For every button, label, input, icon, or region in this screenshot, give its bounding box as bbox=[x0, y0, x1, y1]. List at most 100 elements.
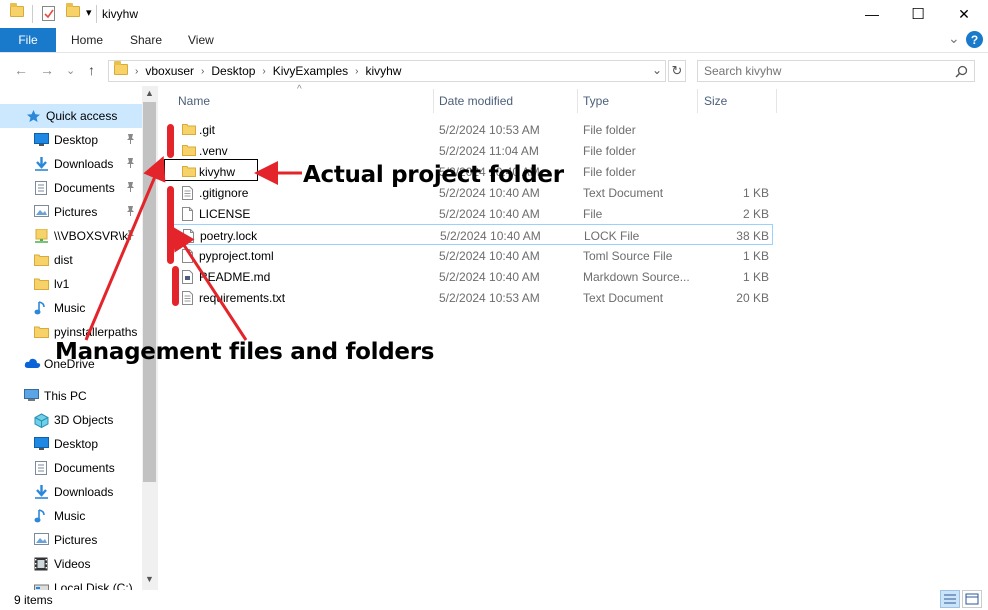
scrollbar-thumb[interactable] bbox=[143, 102, 156, 482]
sidebar-item[interactable]: Music bbox=[0, 296, 142, 320]
folder-icon[interactable] bbox=[10, 3, 24, 22]
scroll-up-icon[interactable]: ▲ bbox=[145, 88, 154, 98]
column-header-name[interactable]: Name bbox=[178, 94, 210, 108]
folder-icon bbox=[34, 277, 49, 290]
search-box[interactable] bbox=[697, 60, 975, 82]
sidebar-item[interactable]: Quick access bbox=[0, 104, 142, 128]
tab-share[interactable]: Share bbox=[130, 28, 162, 52]
sidebar-item[interactable]: \\VBOXSVR\k bbox=[0, 224, 142, 248]
file-date: 5/2/2024 10:40 AM bbox=[439, 270, 540, 284]
music-icon bbox=[34, 301, 49, 315]
breadcrumb-desktop[interactable]: Desktop bbox=[211, 64, 255, 78]
annotation-management: Management files and folders bbox=[55, 339, 435, 365]
file-date: 5/2/2024 10:40 AM bbox=[439, 249, 540, 263]
column-divider[interactable] bbox=[776, 89, 777, 113]
breadcrumb-kivyhw[interactable]: kivyhw bbox=[365, 64, 401, 78]
pin-icon bbox=[126, 181, 135, 195]
details-view-icon bbox=[944, 594, 956, 604]
file-size: 1 KB bbox=[742, 186, 769, 200]
file-name: .gitignore bbox=[199, 186, 249, 200]
disk-icon bbox=[34, 581, 49, 590]
file-size: 38 KB bbox=[736, 229, 769, 243]
sidebar-item[interactable]: Music bbox=[0, 504, 142, 528]
tab-home[interactable]: Home bbox=[71, 28, 103, 52]
pin-icon bbox=[126, 157, 135, 171]
file-row[interactable]: poetry.lock 5/2/2024 10:40 AM LOCK File 38 … bbox=[170, 224, 773, 245]
details-view-button[interactable] bbox=[940, 590, 960, 608]
column-divider[interactable] bbox=[433, 89, 434, 113]
sidebar-item-label: Quick access bbox=[46, 109, 118, 123]
rename-box-highlight bbox=[164, 159, 258, 181]
sidebar-item[interactable]: Pictures bbox=[0, 528, 142, 552]
text-document-icon bbox=[182, 291, 193, 308]
column-header-size[interactable]: Size bbox=[704, 94, 727, 108]
sidebar-item[interactable]: Desktop bbox=[0, 128, 142, 152]
help-icon[interactable]: ? bbox=[966, 31, 983, 48]
column-header-type[interactable]: Type bbox=[583, 94, 609, 108]
file-row[interactable]: .venv 5/2/2024 11:04 AM File folder bbox=[170, 140, 772, 161]
sidebar-item[interactable]: dist bbox=[0, 248, 142, 272]
documents-icon bbox=[34, 461, 49, 475]
breadcrumb-vboxuser[interactable]: vboxuser bbox=[145, 64, 194, 78]
recent-locations-button[interactable]: ⌄ bbox=[66, 64, 75, 77]
maximize-button[interactable]: ☐ bbox=[895, 0, 941, 28]
sidebar-item[interactable]: Pictures bbox=[0, 200, 142, 224]
sort-arrow-icon: ^ bbox=[297, 84, 302, 95]
pin-icon bbox=[126, 205, 135, 219]
documents-icon bbox=[34, 181, 49, 195]
network-share-icon bbox=[34, 228, 49, 243]
nav-scrollbar[interactable]: ▲ ▼ bbox=[142, 86, 158, 590]
search-icon[interactable] bbox=[955, 65, 968, 78]
file-row[interactable]: pyproject.toml 5/2/2024 10:40 AM Toml Sour… bbox=[170, 245, 772, 266]
sidebar-item-label: lv1 bbox=[54, 277, 70, 291]
column-divider[interactable] bbox=[577, 89, 578, 113]
file-date: 5/2/2024 10:40 AM bbox=[439, 186, 540, 200]
file-name: LICENSE bbox=[199, 207, 251, 221]
address-bar[interactable]: › vboxuser › Desktop › KivyExamples › ki… bbox=[108, 60, 666, 82]
file-date: 5/2/2024 10:40 AM bbox=[440, 229, 541, 243]
up-button[interactable]: ↑ bbox=[88, 62, 95, 78]
file-row[interactable]: .git 5/2/2024 10:53 AM File folder bbox=[170, 119, 772, 140]
file-row[interactable]: LICENSE 5/2/2024 10:40 AM File 2 KB bbox=[170, 203, 772, 224]
refresh-button[interactable]: ↻ bbox=[668, 60, 686, 82]
sidebar-item[interactable]: lv1 bbox=[0, 272, 142, 296]
close-button[interactable]: ✕ bbox=[941, 0, 987, 28]
breadcrumb-kivyexamples[interactable]: KivyExamples bbox=[273, 64, 348, 78]
breadcrumb-separator: › bbox=[355, 65, 359, 77]
file-size: 2 KB bbox=[742, 207, 769, 221]
search-input[interactable] bbox=[704, 64, 944, 78]
address-dropdown-icon[interactable]: ⌄ bbox=[652, 63, 662, 77]
ribbon-collapse-icon[interactable]: ⌄ bbox=[948, 30, 960, 47]
file-date: 5/2/2024 10:53 AM bbox=[439, 291, 540, 305]
forward-button[interactable]: → bbox=[40, 62, 54, 78]
sidebar-item[interactable]: Local Disk (C:) bbox=[0, 576, 142, 590]
file-row[interactable]: requirements.txt 5/2/2024 10:53 AM Text Do… bbox=[170, 287, 772, 308]
tab-view[interactable]: View bbox=[188, 28, 214, 52]
tab-file[interactable]: File bbox=[0, 28, 56, 52]
pictures-icon bbox=[34, 533, 49, 546]
file-type: Text Document bbox=[583, 291, 664, 305]
minimize-button[interactable]: — bbox=[849, 0, 895, 28]
column-header-date[interactable]: Date modified bbox=[439, 94, 513, 108]
sidebar-item[interactable]: 3D Objects bbox=[0, 408, 142, 432]
sidebar-item[interactable]: Downloads bbox=[0, 152, 142, 176]
large-icons-view-button[interactable] bbox=[962, 590, 982, 608]
file-name: requirements.txt bbox=[199, 291, 286, 305]
back-button[interactable]: ← bbox=[14, 62, 28, 78]
navigation-pane: Quick access Desktop Downloads Documents Pic… bbox=[0, 86, 158, 590]
properties-icon[interactable] bbox=[42, 6, 55, 21]
qa-dropdown-icon[interactable]: ▾ bbox=[86, 6, 92, 19]
folder-icon bbox=[34, 253, 49, 266]
sidebar-item[interactable]: Documents bbox=[0, 176, 142, 200]
new-folder-icon[interactable] bbox=[66, 3, 80, 22]
sidebar-item[interactable]: Downloads bbox=[0, 480, 142, 504]
file-row[interactable]: README.md 5/2/2024 10:40 AM Markdown Sourc… bbox=[170, 266, 772, 287]
column-divider[interactable] bbox=[697, 89, 698, 113]
sidebar-item[interactable]: This PC bbox=[0, 384, 142, 408]
sidebar-item[interactable]: Desktop bbox=[0, 432, 142, 456]
sidebar-item[interactable]: Documents bbox=[0, 456, 142, 480]
computer-icon bbox=[24, 389, 39, 402]
scroll-down-icon[interactable]: ▼ bbox=[145, 574, 154, 584]
sidebar-item[interactable]: Videos bbox=[0, 552, 142, 576]
file-size: 1 KB bbox=[742, 270, 769, 284]
